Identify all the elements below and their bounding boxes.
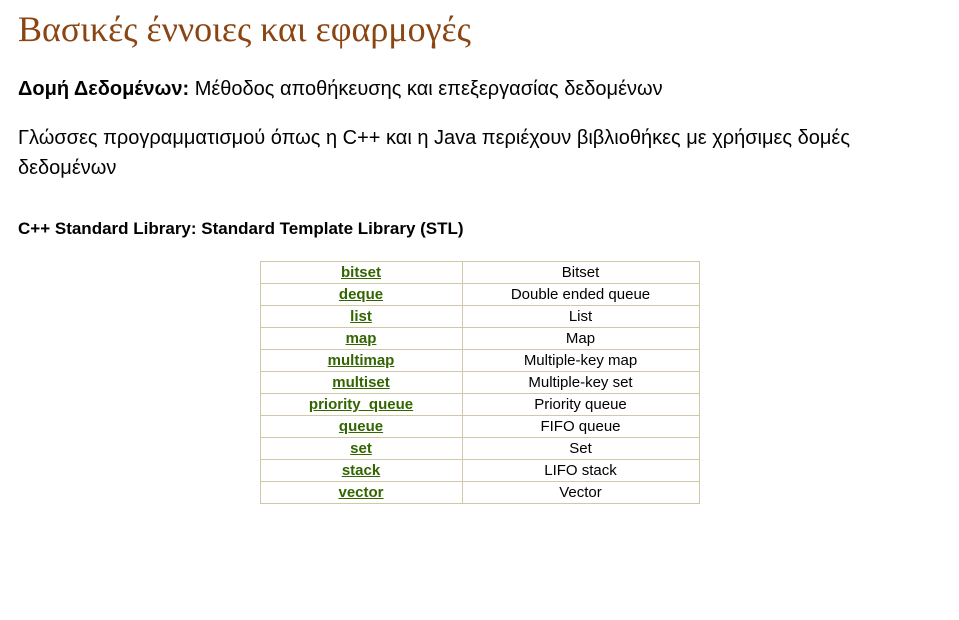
stl-link[interactable]: list [350,308,372,325]
stl-desc: Set [462,438,699,460]
table-row: priority_queue Priority queue [260,394,699,416]
stl-link[interactable]: bitset [341,264,381,281]
stl-desc: Priority queue [462,394,699,416]
table-row: queue FIFO queue [260,416,699,438]
stl-desc: Double ended queue [462,284,699,306]
stl-desc: Bitset [462,262,699,284]
table-row: multimap Multiple-key map [260,350,699,372]
table-row: map Map [260,328,699,350]
table-row: vector Vector [260,482,699,504]
stl-link[interactable]: map [346,330,377,347]
subtitle-rest: Μέθοδος αποθήκευσης και επεξεργασίας δεδ… [189,78,662,100]
stl-desc: Map [462,328,699,350]
subtitle: Δομή Δεδομένων: Μέθοδος αποθήκευσης και … [18,78,941,101]
stl-desc: Vector [462,482,699,504]
stl-link[interactable]: queue [339,418,383,435]
subtitle-bold: Δομή Δεδομένων: [18,78,189,100]
stl-desc: List [462,306,699,328]
section-label: C++ Standard Library: Standard Template … [18,219,941,239]
page: Βασικές έννοιες και εφαρμογές Δομή Δεδομ… [0,0,959,514]
paragraph: Γλώσσες προγραμματισμού όπως η C++ και η… [18,123,941,183]
stl-link[interactable]: stack [342,462,380,479]
stl-desc: Multiple-key map [462,350,699,372]
stl-desc: FIFO queue [462,416,699,438]
table-row: set Set [260,438,699,460]
page-title: Βασικές έννοιες και εφαρμογές [18,8,941,50]
table-row: multiset Multiple-key set [260,372,699,394]
table-row: stack LIFO stack [260,460,699,482]
stl-link[interactable]: multimap [328,352,395,369]
table-row: list List [260,306,699,328]
table-row: deque Double ended queue [260,284,699,306]
stl-desc: Multiple-key set [462,372,699,394]
stl-desc: LIFO stack [462,460,699,482]
stl-link[interactable]: set [350,440,372,457]
stl-link[interactable]: priority_queue [309,396,413,413]
table-row: bitset Bitset [260,262,699,284]
table-container: bitset Bitset deque Double ended queue l… [18,261,941,504]
stl-link[interactable]: deque [339,286,383,303]
stl-link[interactable]: multiset [332,374,390,391]
stl-link[interactable]: vector [338,484,383,501]
stl-table: bitset Bitset deque Double ended queue l… [260,261,700,504]
